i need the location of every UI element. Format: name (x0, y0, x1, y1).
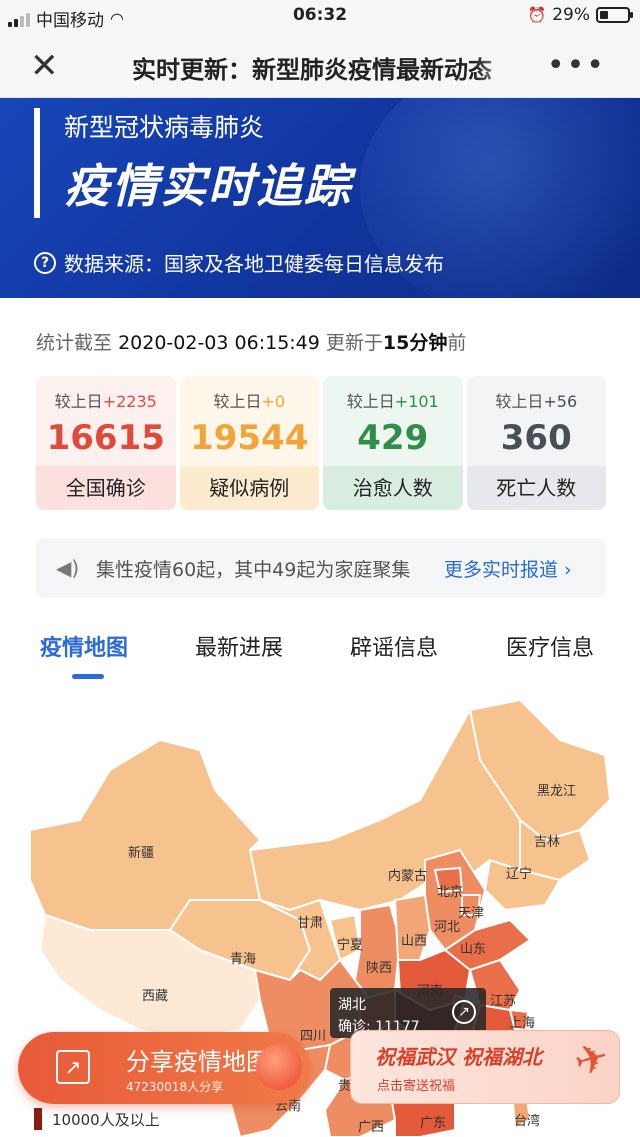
label-shandong: 山东 (460, 942, 487, 957)
tab-epidemic-map[interactable]: 疫情地图 (40, 630, 128, 662)
stat-top: 较上日+0 19544 (179, 376, 320, 466)
updated-prefix: 统计截至 (36, 332, 113, 354)
tab-medical-info[interactable]: 医疗信息 (506, 630, 594, 662)
news-ticker[interactable]: ◀) 集性疫情60起，其中49起为家庭聚集 更多实时报道 › (36, 538, 606, 598)
stat-value: 360 (500, 418, 572, 458)
updated-timestamp: 2020-02-03 06:15:49 (118, 332, 320, 354)
label-hebei: 河北 (434, 920, 461, 935)
label-guangxi: 广西 (358, 1120, 385, 1135)
question-icon[interactable]: ? (34, 251, 56, 274)
stat-confirmed: 较上日+2235 16615 全国确诊 (36, 376, 176, 510)
content-tabs: 疫情地图 最新进展 辟谣信息 医疗信息 (0, 626, 640, 686)
label-shaanxi: 陕西 (366, 961, 393, 976)
label-beijing: 北京 (437, 885, 464, 900)
label-tianjin: 天津 (458, 906, 485, 921)
stat-deaths: 较上日+56 360 死亡人数 (466, 376, 607, 510)
tooltip-province: 湖北 (338, 997, 366, 1013)
more-reports-link[interactable]: 更多实时报道 › (444, 555, 572, 582)
battery-fill (600, 11, 608, 19)
label-guangdong: 广东 (420, 1116, 447, 1131)
page-title: 实时更新：新型肺炎疫情最新动态 (132, 56, 492, 84)
data-source: ? 数据来源：国家及各地卫健委每日信息发布 (34, 248, 444, 277)
updated-line: 统计截至 2020-02-03 06:15:49 更新于15分钟前 (36, 328, 466, 355)
status-bar: 中国移动 ◠ 06:32 ⏰ 29% (0, 0, 640, 34)
bless-title: 祝福武汉 祝福湖北 (375, 1045, 542, 1069)
status-right: ⏰ 29% (527, 5, 633, 25)
close-icon[interactable]: ✕ (30, 48, 70, 84)
tab-rumor-debunk[interactable]: 辟谣信息 (350, 630, 438, 662)
stat-value: 16615 (46, 418, 165, 458)
stat-top: 较上日+101 429 (323, 376, 463, 466)
label-ningxia: 宁夏 (337, 938, 364, 953)
label-neimenggu: 内蒙古 (388, 869, 428, 884)
label-xinjiang: 新疆 (128, 846, 155, 861)
label-gansu: 甘肃 (297, 916, 324, 931)
banner-subtitle: 新型冠状病毒肺炎 (64, 113, 265, 142)
stat-top: 较上日+56 360 (466, 376, 607, 466)
label-taiwan: 台湾 (514, 1114, 541, 1129)
label-jilin: 吉林 (534, 835, 561, 850)
updated-ago-suffix: 前 (447, 332, 467, 354)
share-count: 47230018人分享 (126, 1080, 224, 1094)
speaker-icon: ◀) (56, 556, 80, 580)
delta-label: 较上日 (54, 392, 103, 411)
stat-suspected: 较上日+0 19544 疑似病例 (179, 376, 320, 510)
stat-value: 19544 (190, 418, 309, 458)
stat-label: 疑似病例 (179, 466, 319, 510)
share-arrow-icon[interactable]: ↗ (452, 1000, 476, 1024)
stat-delta: 较上日+2235 (36, 376, 176, 412)
label-qinghai: 青海 (230, 952, 257, 967)
tab-latest-progress[interactable]: 最新进展 (195, 630, 283, 662)
active-tab-indicator (72, 674, 104, 679)
stat-label: 治愈人数 (323, 466, 463, 510)
label-liaoning: 辽宁 (506, 867, 533, 882)
label-jiangsu: 江苏 (490, 994, 517, 1009)
delta-value: +0 (261, 392, 286, 411)
stat-delta: 较上日+101 (323, 376, 463, 412)
stats-cards: 较上日+2235 16615 全国确诊 较上日+0 19544 疑似病例 较上日… (36, 376, 606, 510)
delta-value: +2235 (102, 392, 157, 411)
stat-delta: 较上日+0 (180, 376, 320, 412)
banner-accent-bar (34, 108, 40, 218)
alarm-icon: ⏰ (527, 6, 547, 24)
more-icon[interactable]: ••• (547, 48, 606, 83)
stat-top: 较上日+2235 16615 (36, 376, 176, 466)
share-map-title: 分享疫情地图 (126, 1048, 270, 1076)
bless-cta: 点击寄送祝福 (377, 1079, 456, 1094)
stat-delta: 较上日+56 (467, 376, 607, 412)
label-xizang: 西藏 (142, 989, 169, 1004)
chart-icon: ↗ (56, 1050, 90, 1084)
delta-label: 较上日 (346, 392, 395, 411)
delta-label: 较上日 (495, 392, 544, 411)
map-legend: 10000人及以上 (34, 1108, 160, 1130)
paper-plane-icon: ✈ (570, 1033, 615, 1087)
updated-ago-prefix: 更新于 (325, 332, 383, 354)
stat-label: 死亡人数 (466, 466, 606, 510)
battery-icon (596, 7, 633, 23)
battery-percent: 29% (552, 5, 590, 25)
bless-banner[interactable]: 祝福武汉 祝福湖北 点击寄送祝福 ✈ (350, 1030, 620, 1104)
province-shanxi (393, 893, 432, 961)
delta-value: +101 (394, 392, 439, 411)
legend-swatch (34, 1108, 42, 1130)
share-map-button[interactable]: ↗ 分享疫情地图 47230018人分享 (18, 1032, 310, 1104)
legend-label: 10000人及以上 (52, 1110, 160, 1129)
stat-recovered: 较上日+101 429 治愈人数 (323, 376, 463, 510)
banner-title: 疫情实时追踪 (64, 159, 352, 213)
data-source-text: 数据来源：国家及各地卫健委每日信息发布 (64, 252, 444, 276)
label-shanghai: 上海 (509, 1016, 536, 1031)
heart-icon (256, 1044, 302, 1090)
stat-label: 全国确诊 (36, 466, 176, 510)
updated-ago: 15分钟 (382, 332, 448, 354)
delta-label: 较上日 (213, 392, 262, 411)
ticker-text[interactable]: 集性疫情60起，其中49起为家庭聚集 (96, 555, 426, 582)
label-heilongjiang: 黑龙江 (537, 784, 577, 799)
stat-value: 429 (357, 418, 429, 458)
delta-value: +56 (543, 392, 578, 411)
label-sichuan: 四川 (300, 1029, 327, 1044)
hero-banner: 新型冠状病毒肺炎 疫情实时追踪 ? 数据来源：国家及各地卫健委每日信息发布 (0, 98, 640, 298)
label-shanxi: 山西 (401, 934, 428, 949)
nav-bar: ✕ 实时更新：新型肺炎疫情最新动态 ••• (0, 34, 640, 98)
